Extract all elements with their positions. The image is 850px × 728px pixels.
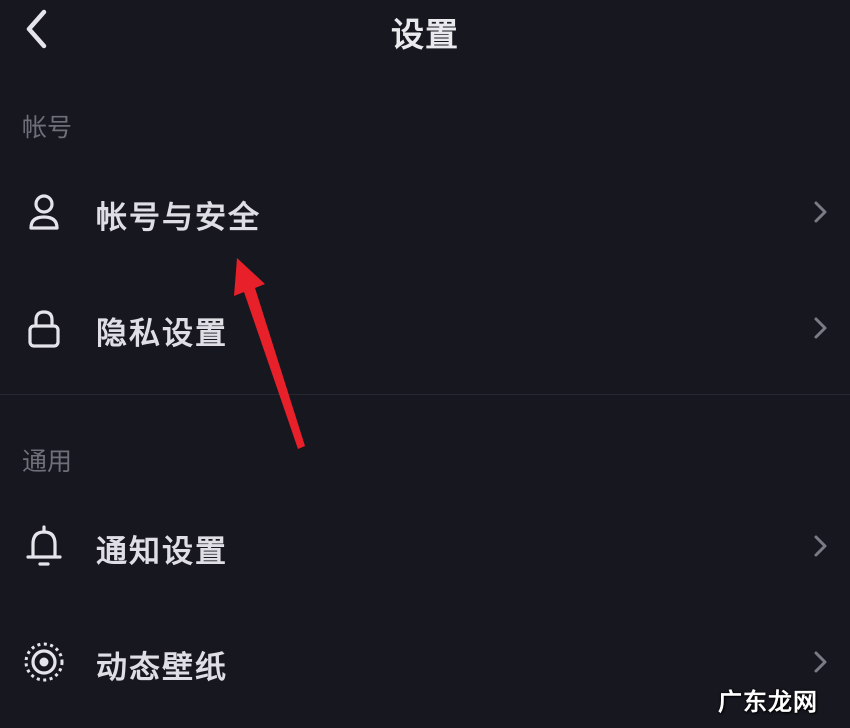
chevron-right-icon	[814, 317, 827, 339]
settings-item-account-security[interactable]: 帐号与安全	[0, 162, 850, 262]
lock-icon	[28, 310, 60, 348]
settings-item-privacy[interactable]: 隐私设置	[0, 278, 850, 378]
chevron-right-icon	[814, 201, 827, 223]
watermark-text: 广东龙网	[718, 687, 818, 716]
settings-item-label: 通知设置	[96, 534, 228, 570]
bell-icon	[26, 525, 62, 566]
settings-item-label: 动态壁纸	[96, 650, 228, 686]
header-bar: 设置	[0, 0, 850, 64]
wallpaper-icon	[24, 642, 64, 682]
settings-item-label: 帐号与安全	[96, 200, 261, 236]
settings-item-label: 隐私设置	[96, 316, 228, 352]
settings-screen: 设置 帐号 帐号与安全 隐私设置 通用 通知设置 动态壁纸 广东龙网	[0, 0, 850, 728]
page-title: 设置	[391, 15, 459, 54]
chevron-right-icon	[814, 535, 827, 557]
section-title-general: 通用	[22, 447, 73, 476]
chevron-right-icon	[814, 651, 827, 673]
user-icon	[29, 194, 59, 230]
section-divider	[0, 394, 850, 395]
section-title-account: 帐号	[22, 113, 73, 142]
settings-item-notifications[interactable]: 通知设置	[0, 496, 850, 596]
